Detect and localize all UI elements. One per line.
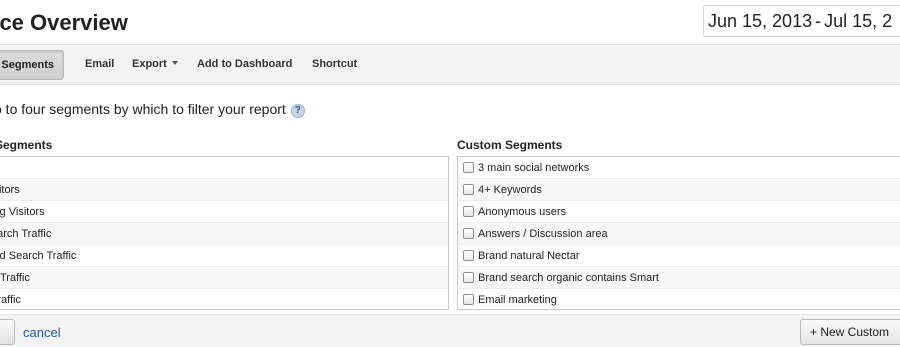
segment-checkbox[interactable] xyxy=(463,162,474,173)
list-item[interactable]: 3 main social networks xyxy=(458,157,900,179)
list-item[interactable]: ts xyxy=(0,157,448,179)
chevron-down-icon xyxy=(171,61,178,65)
segment-label: 3 main social networks xyxy=(478,162,590,174)
segment-label: 4+ Keywords xyxy=(478,184,542,196)
segment-label: isitors xyxy=(0,184,20,196)
date-start: Jun 15, 2013 xyxy=(708,11,813,31)
segment-checkbox[interactable] xyxy=(463,228,474,239)
custom-segments-title: Custom Segments xyxy=(457,138,563,152)
shortcut-button[interactable]: Shortcut xyxy=(312,58,357,70)
advanced-segments-button[interactable]: Segments xyxy=(0,50,64,80)
segment-label: earch Traffic xyxy=(0,228,52,240)
segment-label: n Traffic xyxy=(0,272,30,284)
date-separator: - xyxy=(815,11,822,31)
date-range-picker[interactable]: Jun 15, 2013- Jul 15, 2 xyxy=(703,5,900,37)
help-icon[interactable]: ? xyxy=(290,104,305,118)
apply-button[interactable] xyxy=(0,319,15,345)
segment-label: Email marketing xyxy=(478,294,557,306)
default-segments-list: ts isitors ing Visitors earch Traffic ai… xyxy=(0,156,449,310)
default-segments-title: Segments xyxy=(0,138,53,152)
export-label: Export xyxy=(132,58,167,70)
instructions-text: o to four segments by which to filter yo… xyxy=(0,101,286,117)
segment-label: aid Search Traffic xyxy=(0,250,77,262)
segment-checkbox[interactable] xyxy=(463,206,474,217)
list-item[interactable]: aid Search Traffic xyxy=(0,245,448,267)
date-end: Jul 15, 2 xyxy=(824,11,893,31)
custom-segments-list: 3 main social networks 4+ Keywords Anony… xyxy=(457,156,900,310)
page-title: nce Overview xyxy=(0,10,128,35)
list-item[interactable]: Answers / Discussion area xyxy=(458,223,900,245)
list-item[interactable]: Anonymous users xyxy=(458,201,900,223)
segment-label: Anonymous users xyxy=(478,206,567,218)
list-item[interactable]: Brand natural Nectar xyxy=(458,245,900,267)
list-item[interactable]: ing Visitors xyxy=(0,201,448,223)
list-item[interactable]: 4+ Keywords xyxy=(458,179,900,201)
segment-checkbox[interactable] xyxy=(463,250,474,261)
segment-label: Brand search organic contains Smart xyxy=(478,272,659,284)
list-item[interactable]: isitors xyxy=(0,179,448,201)
segment-checkbox[interactable] xyxy=(463,294,474,305)
segment-checkbox[interactable] xyxy=(463,184,474,195)
segment-checkbox[interactable] xyxy=(463,272,474,283)
segment-label: Answers / Discussion area xyxy=(478,228,608,240)
new-custom-segment-button[interactable]: + New Custom xyxy=(800,319,900,345)
cancel-link[interactable]: cancel xyxy=(23,325,61,340)
list-item[interactable]: n Traffic xyxy=(0,267,448,289)
report-toolbar: Segments Email Export Add to Dashboard S… xyxy=(0,44,900,85)
list-item[interactable]: earch Traffic xyxy=(0,223,448,245)
add-to-dashboard-button[interactable]: Add to Dashboard xyxy=(197,58,292,70)
segment-footer: cancel + New Custom xyxy=(0,314,900,347)
list-item[interactable]: Traffic xyxy=(0,289,448,309)
list-item[interactable]: Email marketing xyxy=(458,289,900,309)
email-button[interactable]: Email xyxy=(85,58,114,70)
export-menu-button[interactable]: Export xyxy=(132,58,178,70)
segment-instructions: o to four segments by which to filter yo… xyxy=(0,101,305,118)
segment-label: Brand natural Nectar xyxy=(478,250,580,262)
segment-label: ing Visitors xyxy=(0,206,45,218)
list-item[interactable]: Brand search organic contains Smart xyxy=(458,267,900,289)
segment-label: Traffic xyxy=(0,294,21,306)
